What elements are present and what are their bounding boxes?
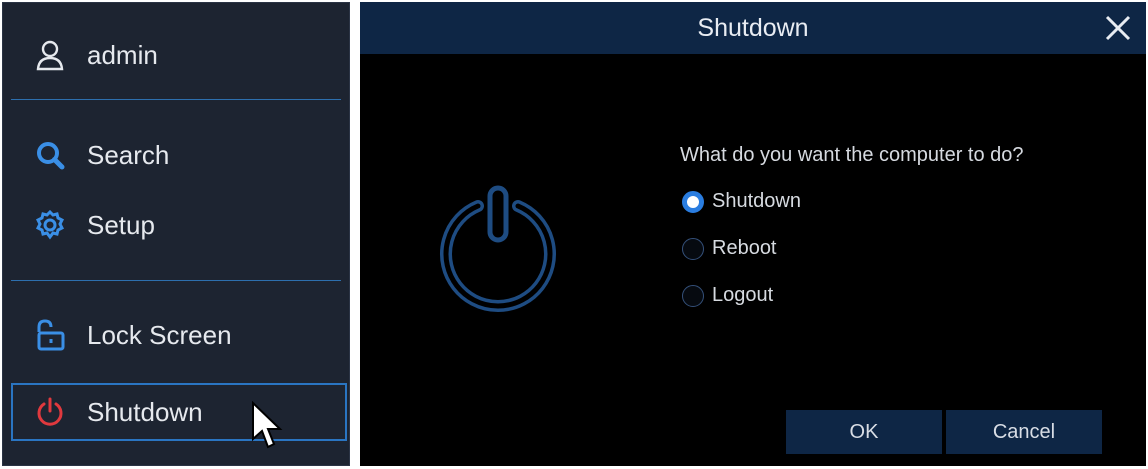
radio-shutdown[interactable]: Shutdown: [682, 190, 801, 213]
gear-icon: [27, 202, 73, 248]
search-icon: [27, 132, 73, 178]
radio-label: Logout: [712, 284, 774, 306]
menu-item-label: Lock Screen: [87, 319, 232, 350]
menu-item-search[interactable]: Search: [13, 129, 343, 181]
cancel-button[interactable]: Cancel: [946, 410, 1102, 454]
menu-item-shutdown[interactable]: Shutdown: [11, 383, 347, 441]
menu-divider: [11, 280, 341, 281]
menu-item-label: Setup: [87, 209, 155, 240]
dialog-prompt: What do you want the computer to do?: [680, 144, 1024, 166]
main-menu: admin Search Setup Lock Screen Shutdown: [2, 2, 350, 466]
radio-reboot[interactable]: Reboot: [682, 237, 777, 260]
radio-label: Shutdown: [712, 190, 801, 212]
menu-item-user[interactable]: admin: [13, 29, 343, 81]
menu-item-lock-screen[interactable]: Lock Screen: [13, 309, 343, 361]
mouse-cursor-icon: [252, 401, 283, 449]
lock-open-icon: [27, 312, 73, 358]
ok-button[interactable]: OK: [786, 410, 942, 454]
menu-item-label: Shutdown: [87, 396, 203, 427]
dialog-title: Shutdown: [697, 13, 809, 42]
radio-button[interactable]: [682, 237, 704, 260]
dialog-header: Shutdown: [360, 2, 1146, 54]
user-icon: [27, 32, 73, 78]
menu-item-label: admin: [87, 39, 158, 70]
radio-label: Reboot: [712, 237, 777, 259]
menu-item-label: Search: [87, 139, 170, 170]
radio-button[interactable]: [682, 284, 704, 307]
menu-item-setup[interactable]: Setup: [13, 199, 343, 251]
menu-divider: [11, 99, 341, 100]
power-icon: [27, 389, 73, 435]
power-icon: [440, 185, 556, 312]
close-icon[interactable]: [1104, 14, 1132, 42]
shutdown-dialog: Shutdown What do you want the computer t…: [360, 2, 1146, 466]
radio-button-checked[interactable]: [682, 190, 704, 213]
radio-logout[interactable]: Logout: [682, 284, 773, 307]
